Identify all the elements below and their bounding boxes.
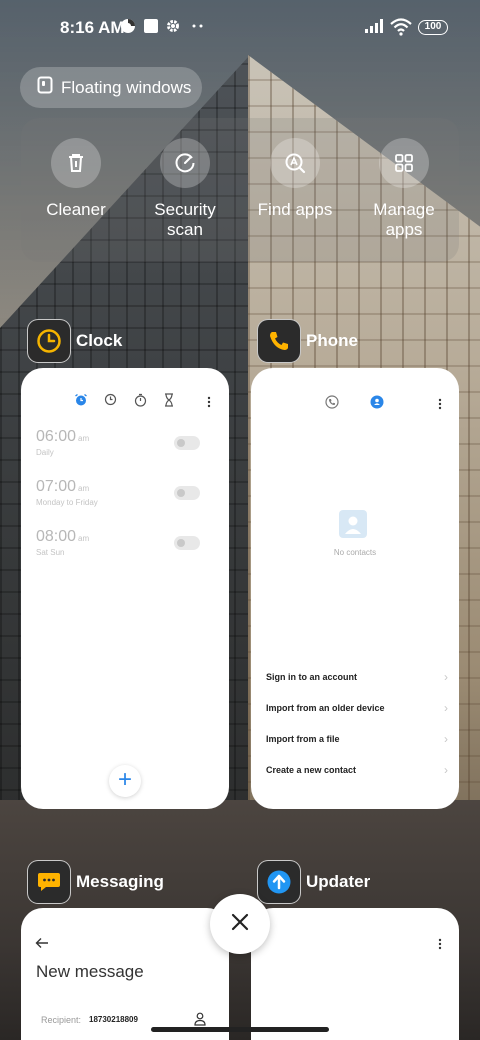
updater-app-card[interactable] <box>251 908 459 1040</box>
sign-in-menu-item[interactable]: Sign in to an account › <box>266 670 448 684</box>
status-time: 8:16 AM <box>60 18 125 37</box>
import-device-menu-item[interactable]: Import from an older device › <box>266 701 448 715</box>
menu-item-label: Import from an older device <box>266 703 385 713</box>
search-apps-icon <box>270 138 320 188</box>
messaging-app-header[interactable]: Messaging <box>27 860 164 904</box>
alarm-tab-icon[interactable] <box>74 393 88 412</box>
alarm-time: 07:00 <box>36 478 77 495</box>
create-contact-menu-item[interactable]: Create a new contact › <box>266 763 448 777</box>
alarm-row[interactable]: 07:00 am Monday to Friday <box>36 478 216 518</box>
wifi-icon <box>390 18 412 36</box>
floating-windows-button[interactable]: Floating windows <box>20 67 202 108</box>
updater-app-title: Updater <box>306 872 371 891</box>
cleaner-label: Cleaner <box>46 200 106 219</box>
phone-app-header[interactable]: Phone <box>257 319 358 363</box>
recipient-input[interactable]: 18730218809 <box>89 1015 138 1024</box>
close-all-button[interactable] <box>210 894 270 954</box>
alarm-time: 06:00 <box>36 428 77 445</box>
world-clock-tab-icon[interactable] <box>104 393 117 411</box>
phone-icon <box>257 319 301 363</box>
back-arrow-icon[interactable] <box>35 936 49 954</box>
manage-apps-button[interactable]: Manage apps <box>354 138 454 240</box>
messaging-app-card[interactable]: New message Recipient: 18730218809 <box>21 908 229 1040</box>
floating-windows-label: Floating windows <box>61 77 192 97</box>
menu-item-label: Sign in to an account <box>266 672 358 682</box>
updater-more-icon[interactable] <box>438 937 442 955</box>
chevron-right-icon: › <box>444 670 448 684</box>
clock-more-icon[interactable] <box>207 395 211 413</box>
find-apps-label: Find apps <box>257 200 333 219</box>
updater-app-header[interactable]: Updater <box>257 860 370 904</box>
manage-apps-label: Manage apps <box>373 200 435 239</box>
quick-actions-panel: Cleaner Security scan Find apps Manage a… <box>21 118 459 262</box>
phone-app-title: Phone <box>306 331 358 350</box>
stopwatch-tab-icon[interactable] <box>134 393 147 412</box>
import-file-menu-item[interactable]: Import from a file › <box>266 732 448 746</box>
phone-app-card[interactable]: No contacts Sign in to an account › Impor… <box>251 368 459 809</box>
messaging-app-title: Messaging <box>76 872 164 891</box>
menu-item-label: Import from a file <box>266 734 340 744</box>
phone-more-icon[interactable] <box>438 397 442 415</box>
alarm-ampm: am <box>78 434 90 443</box>
cleaner-button[interactable]: Cleaner <box>26 138 126 220</box>
alarm-row[interactable]: 08:00 am Sat Sun <box>36 528 216 568</box>
alarm-toggle[interactable] <box>174 536 200 550</box>
gauge-icon <box>160 138 210 188</box>
add-alarm-button[interactable]: + <box>109 765 141 797</box>
menu-item-label: Create a new contact <box>266 765 357 775</box>
security-scan-button[interactable]: Security scan <box>135 138 235 240</box>
updater-icon <box>257 860 301 904</box>
no-contacts-text: No contacts <box>333 548 377 557</box>
home-indicator[interactable] <box>151 1027 329 1032</box>
messaging-icon <box>27 860 71 904</box>
new-message-heading: New message <box>36 962 144 981</box>
alarm-toggle[interactable] <box>174 436 200 450</box>
settings-gear-icon <box>165 18 183 36</box>
chevron-right-icon: › <box>444 732 448 746</box>
timer-tab-icon[interactable] <box>164 393 174 412</box>
grid-icon <box>379 138 429 188</box>
clock-tab-bar <box>74 393 174 407</box>
chevron-right-icon: › <box>444 763 448 777</box>
trash-icon <box>51 138 101 188</box>
signal-icon <box>364 18 386 36</box>
alarm-toggle[interactable] <box>174 486 200 500</box>
clock-app-header[interactable]: Clock <box>27 319 122 363</box>
clock-app-card[interactable]: 06:00 am Daily 07:00 am Monday to Friday 0… <box>21 368 229 809</box>
alarm-row[interactable]: 06:00 am Daily <box>36 428 216 468</box>
security-scan-label: Security scan <box>154 200 216 239</box>
find-apps-button[interactable]: Find apps <box>245 138 345 220</box>
status-bar: 8:16 AM 100 <box>0 0 480 56</box>
square-notification-icon <box>143 18 161 36</box>
recipient-label: Recipient: <box>41 1015 82 1025</box>
floating-window-icon <box>37 76 53 99</box>
clock-app-title: Clock <box>76 331 123 350</box>
more-dots-icon <box>190 18 208 36</box>
clock-icon <box>27 319 71 363</box>
alarm-time: 08:00 <box>36 528 77 545</box>
close-icon <box>231 913 249 936</box>
empty-contacts-icon <box>339 510 367 538</box>
alarm-ampm: am <box>78 484 90 493</box>
contacts-tab-icon[interactable] <box>370 395 384 414</box>
chevron-right-icon: › <box>444 701 448 715</box>
recents-tab-icon[interactable] <box>325 395 339 414</box>
battery-indicator: 100 <box>418 20 448 35</box>
data-saver-icon <box>120 18 138 36</box>
alarm-ampm: am <box>78 534 90 543</box>
